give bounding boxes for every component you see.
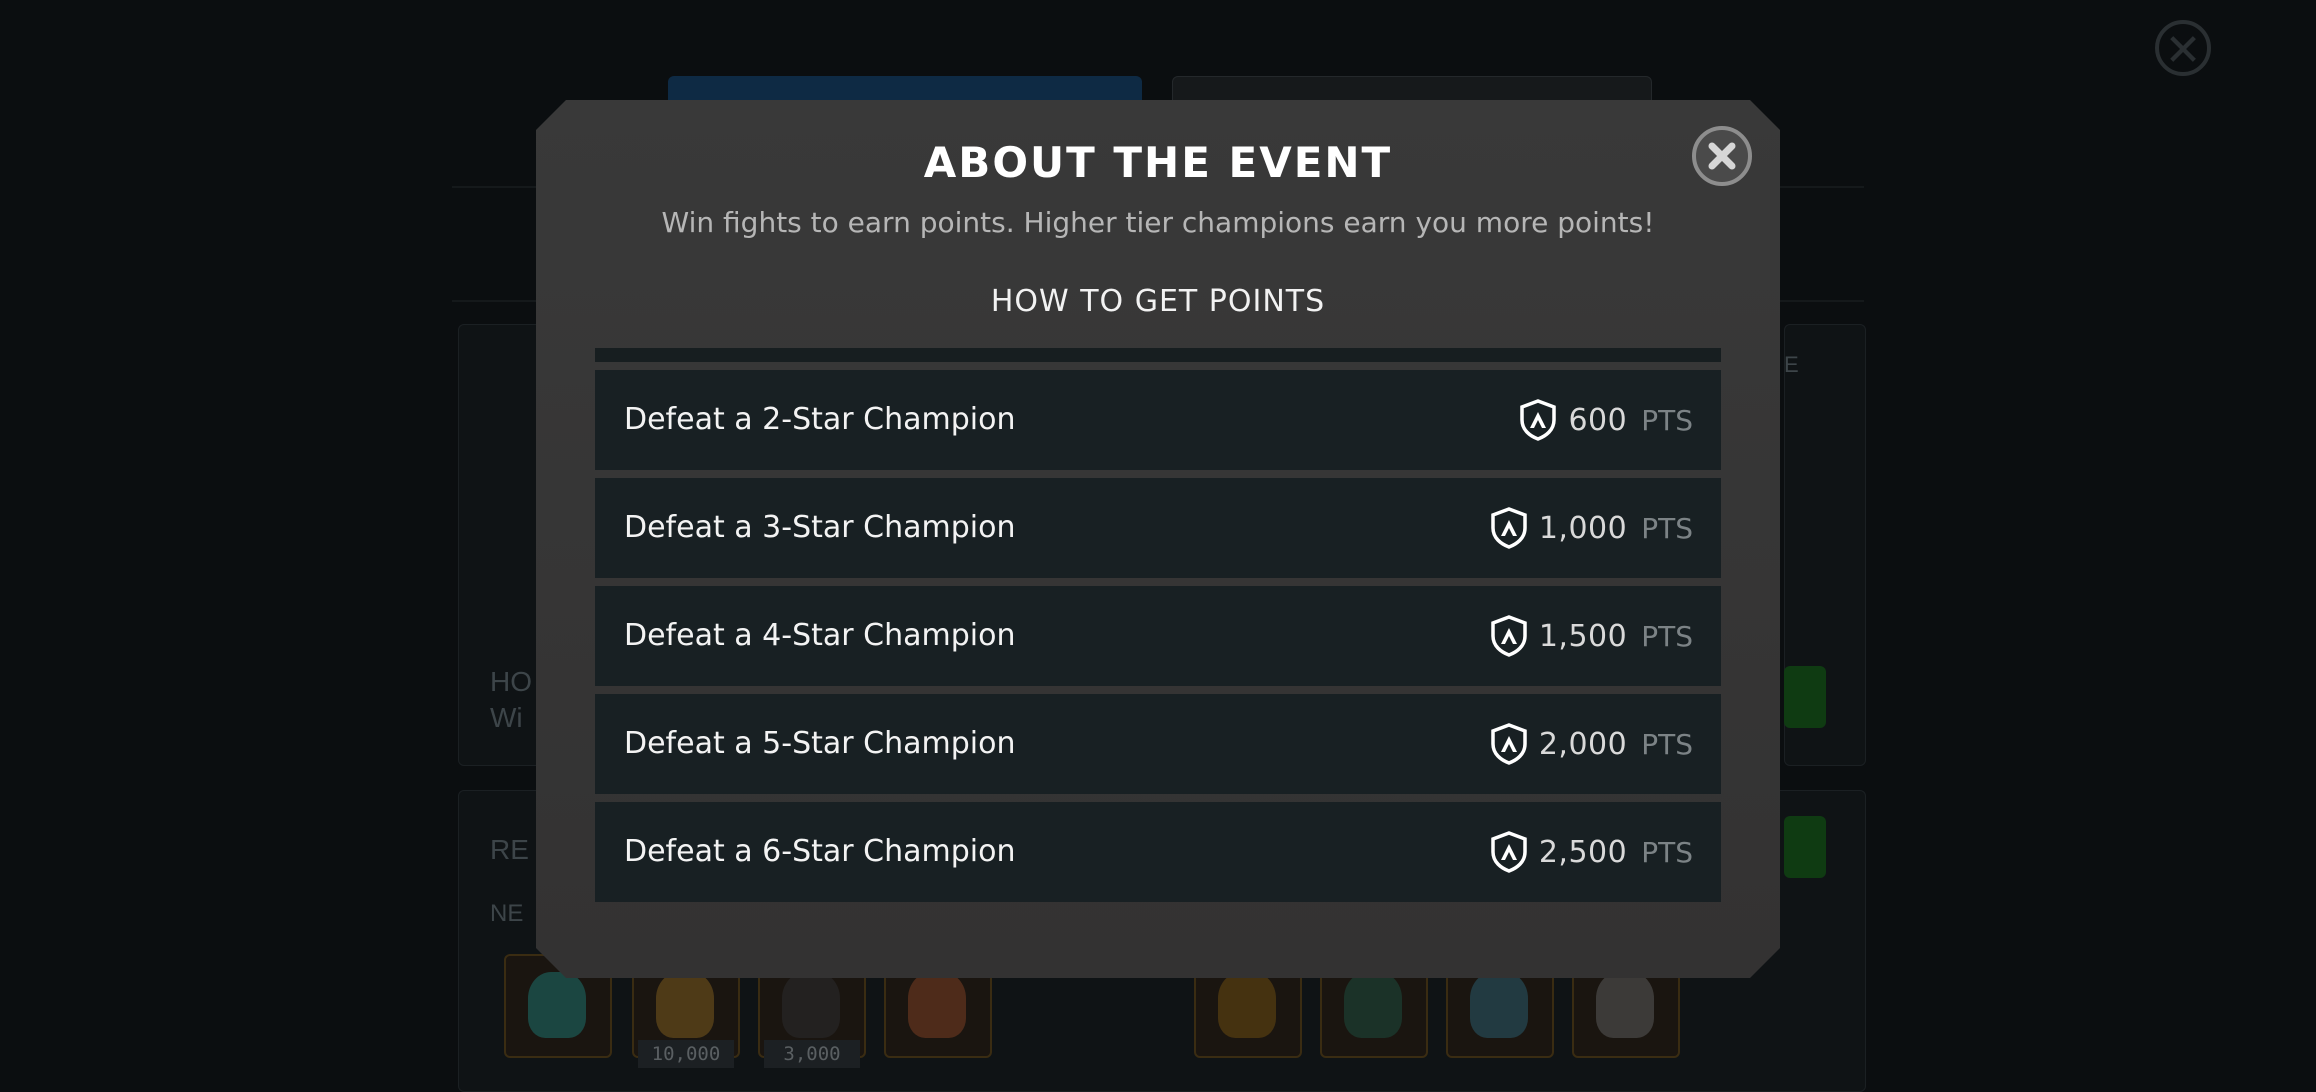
list-item: Defeat a 3-Star Champion 1,000 PTS bbox=[595, 478, 1721, 578]
row-label: Defeat a 3-Star Champion bbox=[624, 510, 1016, 545]
points-value: 1,500 bbox=[1538, 618, 1628, 654]
row-label: Defeat a 5-Star Champion bbox=[624, 726, 1016, 761]
background-green-button bbox=[1784, 816, 1826, 878]
background-text-fragment: Wi bbox=[490, 702, 523, 733]
row-points: 600 PTS bbox=[1518, 370, 1693, 470]
row-points: 1,000 PTS bbox=[1489, 478, 1693, 578]
list-item: Defeat a 6-Star Champion 2,500 PTS bbox=[595, 802, 1721, 902]
section-title: HOW TO GET POINTS bbox=[990, 284, 1326, 319]
background-text-fragment: RE bbox=[490, 834, 529, 865]
points-value: 2,000 bbox=[1538, 726, 1628, 762]
modal-title: ABOUT THE EVENT bbox=[923, 138, 1393, 187]
row-points: 2,000 PTS bbox=[1489, 694, 1693, 794]
points-unit: PTS bbox=[1641, 511, 1693, 545]
points-value: 600 bbox=[1568, 402, 1628, 438]
points-list[interactable]: Defeat a 2-Star Champion 600 PTS Defeat … bbox=[595, 348, 1721, 1008]
background-text-fragment: HO bbox=[490, 666, 532, 697]
points-unit: PTS bbox=[1641, 835, 1693, 869]
row-points: 1,500 PTS bbox=[1489, 586, 1693, 686]
row-label: Defeat a 4-Star Champion bbox=[624, 618, 1016, 653]
list-item: Defeat a 4-Star Champion 1,500 PTS bbox=[595, 586, 1721, 686]
points-unit: PTS bbox=[1641, 619, 1693, 653]
modal-subtitle: Win fights to earn points. Higher tier c… bbox=[661, 206, 1655, 239]
row-label: Defeat a 6-Star Champion bbox=[624, 834, 1016, 869]
background-text-fragment: NE bbox=[490, 900, 524, 927]
row-points: 2,500 PTS bbox=[1489, 802, 1693, 902]
background-reward-count: 3,000 bbox=[764, 1040, 860, 1068]
points-unit: PTS bbox=[1641, 727, 1693, 761]
list-item: Defeat a 5-Star Champion 2,000 PTS bbox=[595, 694, 1721, 794]
points-value: 1,000 bbox=[1538, 510, 1628, 546]
background-text-fragment: E bbox=[1784, 352, 1799, 377]
points-unit: PTS bbox=[1641, 403, 1693, 437]
shield-icon bbox=[1489, 722, 1529, 766]
shield-icon bbox=[1489, 830, 1529, 874]
about-event-modal: ABOUT THE EVENT Win fights to earn point… bbox=[536, 100, 1780, 978]
points-value: 2,500 bbox=[1538, 834, 1628, 870]
row-label: Defeat a 2-Star Champion bbox=[624, 402, 1016, 437]
background-green-button bbox=[1784, 666, 1826, 728]
close-icon bbox=[1706, 140, 1738, 172]
shield-icon bbox=[1518, 398, 1558, 442]
shield-icon bbox=[1489, 506, 1529, 550]
background-close-icon: ✕ bbox=[2155, 20, 2211, 76]
list-item: Defeat a 2-Star Champion 600 PTS bbox=[595, 370, 1721, 470]
close-button[interactable] bbox=[1692, 126, 1752, 186]
background-reward-count: 10,000 bbox=[638, 1040, 734, 1068]
shield-icon bbox=[1489, 614, 1529, 658]
list-row-partial bbox=[595, 348, 1721, 362]
